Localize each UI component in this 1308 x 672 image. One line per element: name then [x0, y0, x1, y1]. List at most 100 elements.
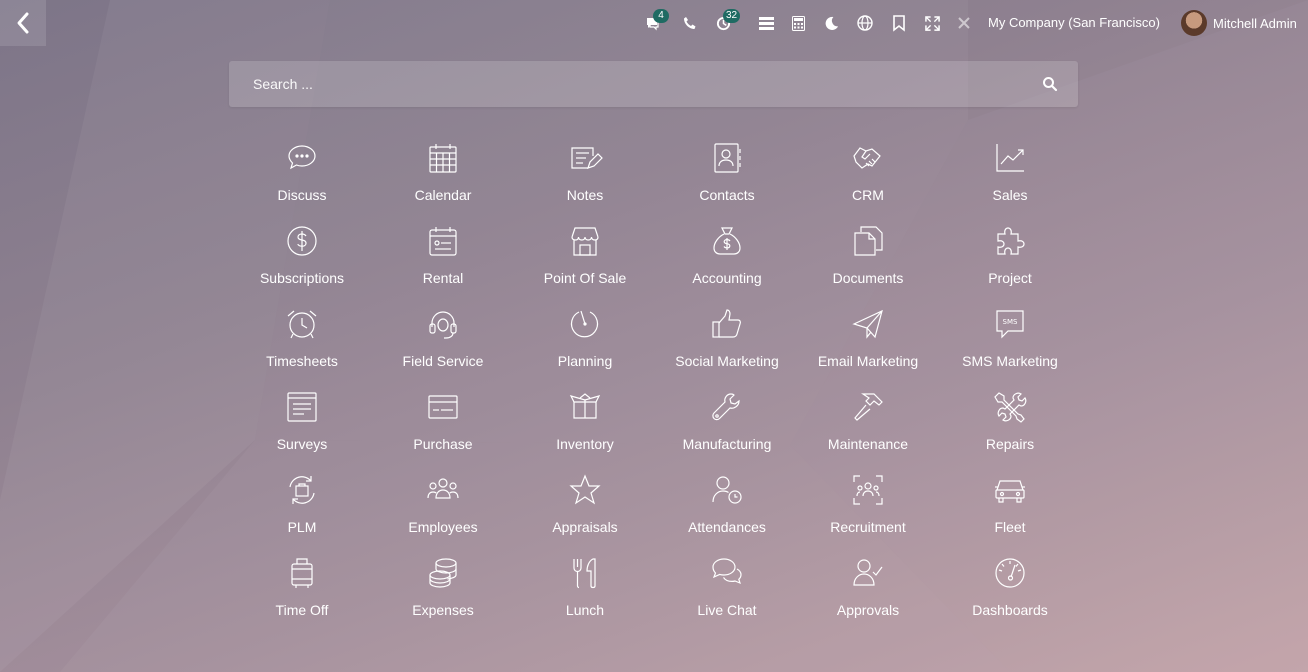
app-purchase[interactable]: Purchase	[372, 389, 514, 472]
app-label: Calendar	[414, 187, 472, 203]
app-contacts[interactable]: Contacts	[656, 140, 798, 223]
app-label: Fleet	[994, 519, 1026, 535]
app-subscriptions[interactable]: Subscriptions	[231, 223, 373, 306]
tools-cross-icon	[994, 392, 1027, 423]
app-crm[interactable]: CRM	[797, 140, 939, 223]
back-button[interactable]	[0, 0, 46, 46]
app-label: Point Of Sale	[543, 270, 627, 286]
activity-badge: 32	[723, 9, 741, 23]
app-time-off[interactable]: Time Off	[231, 555, 373, 638]
app-label: Field Service	[402, 353, 484, 369]
app-label: Maintenance	[827, 436, 909, 452]
wrench-icon	[712, 393, 740, 421]
moon-icon[interactable]	[821, 13, 841, 33]
globe-icon[interactable]	[855, 13, 875, 33]
app-label: Appraisals	[552, 519, 618, 535]
app-field-service[interactable]: Field Service	[372, 306, 514, 389]
money-bag-icon	[713, 227, 741, 255]
documents-icon	[854, 226, 883, 256]
user-name: Mitchell Admin	[1213, 15, 1297, 31]
alarm-clock-icon	[287, 310, 317, 339]
app-calendar[interactable]: Calendar	[372, 140, 514, 223]
person-check-icon	[853, 559, 883, 586]
search-input[interactable]	[229, 61, 1033, 107]
company-switcher[interactable]: My Company (San Francisco)	[988, 15, 1160, 30]
chat-badge: 4	[653, 9, 669, 23]
app-point-of-sale[interactable]: Point Of Sale	[514, 223, 656, 306]
app-label: CRM	[852, 187, 884, 203]
app-social-marketing[interactable]: Social Marketing	[656, 306, 798, 389]
svg-text:SMS: SMS	[1003, 318, 1018, 326]
app-manufacturing[interactable]: Manufacturing	[656, 389, 798, 472]
app-label: Time Off	[275, 602, 329, 618]
app-lunch[interactable]: Lunch	[514, 555, 656, 638]
rental-calendar-icon	[429, 227, 457, 256]
list-icon[interactable]	[756, 13, 776, 33]
app-rental[interactable]: Rental	[372, 223, 514, 306]
star-icon	[569, 474, 601, 505]
gauge-icon	[995, 558, 1025, 588]
app-label: Attendances	[688, 519, 766, 535]
fork-knife-icon	[573, 558, 596, 589]
app-email-marketing[interactable]: Email Marketing	[797, 306, 939, 389]
chat-double-icon	[712, 558, 742, 585]
app-label: Sales	[992, 187, 1028, 203]
app-label: Manufacturing	[682, 436, 772, 452]
search-bar	[229, 61, 1078, 107]
app-repairs[interactable]: Repairs	[939, 389, 1081, 472]
app-label: Project	[988, 270, 1032, 286]
app-recruitment[interactable]: Recruitment	[797, 472, 939, 555]
bookmark-icon[interactable]	[889, 13, 909, 33]
app-label: SMS Marketing	[962, 353, 1058, 369]
tools-icon[interactable]	[954, 13, 974, 33]
contacts-icon	[714, 143, 741, 173]
app-notes[interactable]: Notes	[514, 140, 656, 223]
suitcase-icon	[291, 558, 313, 588]
app-attendances[interactable]: Attendances	[656, 472, 798, 555]
app-sms-marketing[interactable]: SMS SMS Marketing	[939, 306, 1081, 389]
search-icon[interactable]	[1042, 76, 1058, 92]
app-sales[interactable]: Sales	[939, 140, 1081, 223]
app-documents[interactable]: Documents	[797, 223, 939, 306]
app-label: Approvals	[836, 602, 900, 618]
people-icon	[427, 478, 459, 499]
app-label: Rental	[422, 270, 464, 286]
app-label: Subscriptions	[259, 270, 345, 286]
app-approvals[interactable]: Approvals	[797, 555, 939, 638]
app-expenses[interactable]: Expenses	[372, 555, 514, 638]
app-employees[interactable]: Employees	[372, 472, 514, 555]
app-discuss[interactable]: Discuss	[231, 140, 373, 223]
app-surveys[interactable]: Surveys	[231, 389, 373, 472]
credit-card-icon	[428, 395, 458, 419]
app-timesheets[interactable]: Timesheets	[231, 306, 373, 389]
app-label: PLM	[287, 519, 317, 535]
app-label: Repairs	[985, 436, 1035, 452]
chat-icon[interactable]: 4	[643, 9, 669, 33]
app-plm[interactable]: PLM	[231, 472, 373, 555]
app-accounting[interactable]: Accounting	[656, 223, 798, 306]
store-icon	[571, 227, 599, 256]
app-live-chat[interactable]: Live Chat	[656, 555, 798, 638]
app-appraisals[interactable]: Appraisals	[514, 472, 656, 555]
app-label: Notes	[566, 187, 604, 203]
car-icon	[995, 480, 1025, 503]
phone-icon[interactable]	[680, 13, 700, 33]
box-icon	[569, 393, 601, 419]
expand-icon[interactable]	[922, 13, 942, 33]
app-maintenance[interactable]: Maintenance	[797, 389, 939, 472]
dollar-circle-icon	[287, 226, 317, 256]
app-label: Dashboards	[972, 602, 1048, 618]
calculator-icon[interactable]	[788, 13, 808, 33]
user-menu[interactable]: Mitchell Admin	[1181, 10, 1297, 36]
app-project[interactable]: Project	[939, 223, 1081, 306]
app-fleet[interactable]: Fleet	[939, 472, 1081, 555]
activity-clock-icon[interactable]: 32	[713, 9, 741, 33]
handshake-icon	[853, 147, 881, 169]
calendar-icon	[429, 144, 457, 173]
chat-bubble-icon	[288, 145, 316, 170]
app-inventory[interactable]: Inventory	[514, 389, 656, 472]
plm-cycle-icon	[289, 476, 315, 504]
app-dashboards[interactable]: Dashboards	[939, 555, 1081, 638]
app-planning[interactable]: Planning	[514, 306, 656, 389]
app-label: Discuss	[277, 187, 327, 203]
